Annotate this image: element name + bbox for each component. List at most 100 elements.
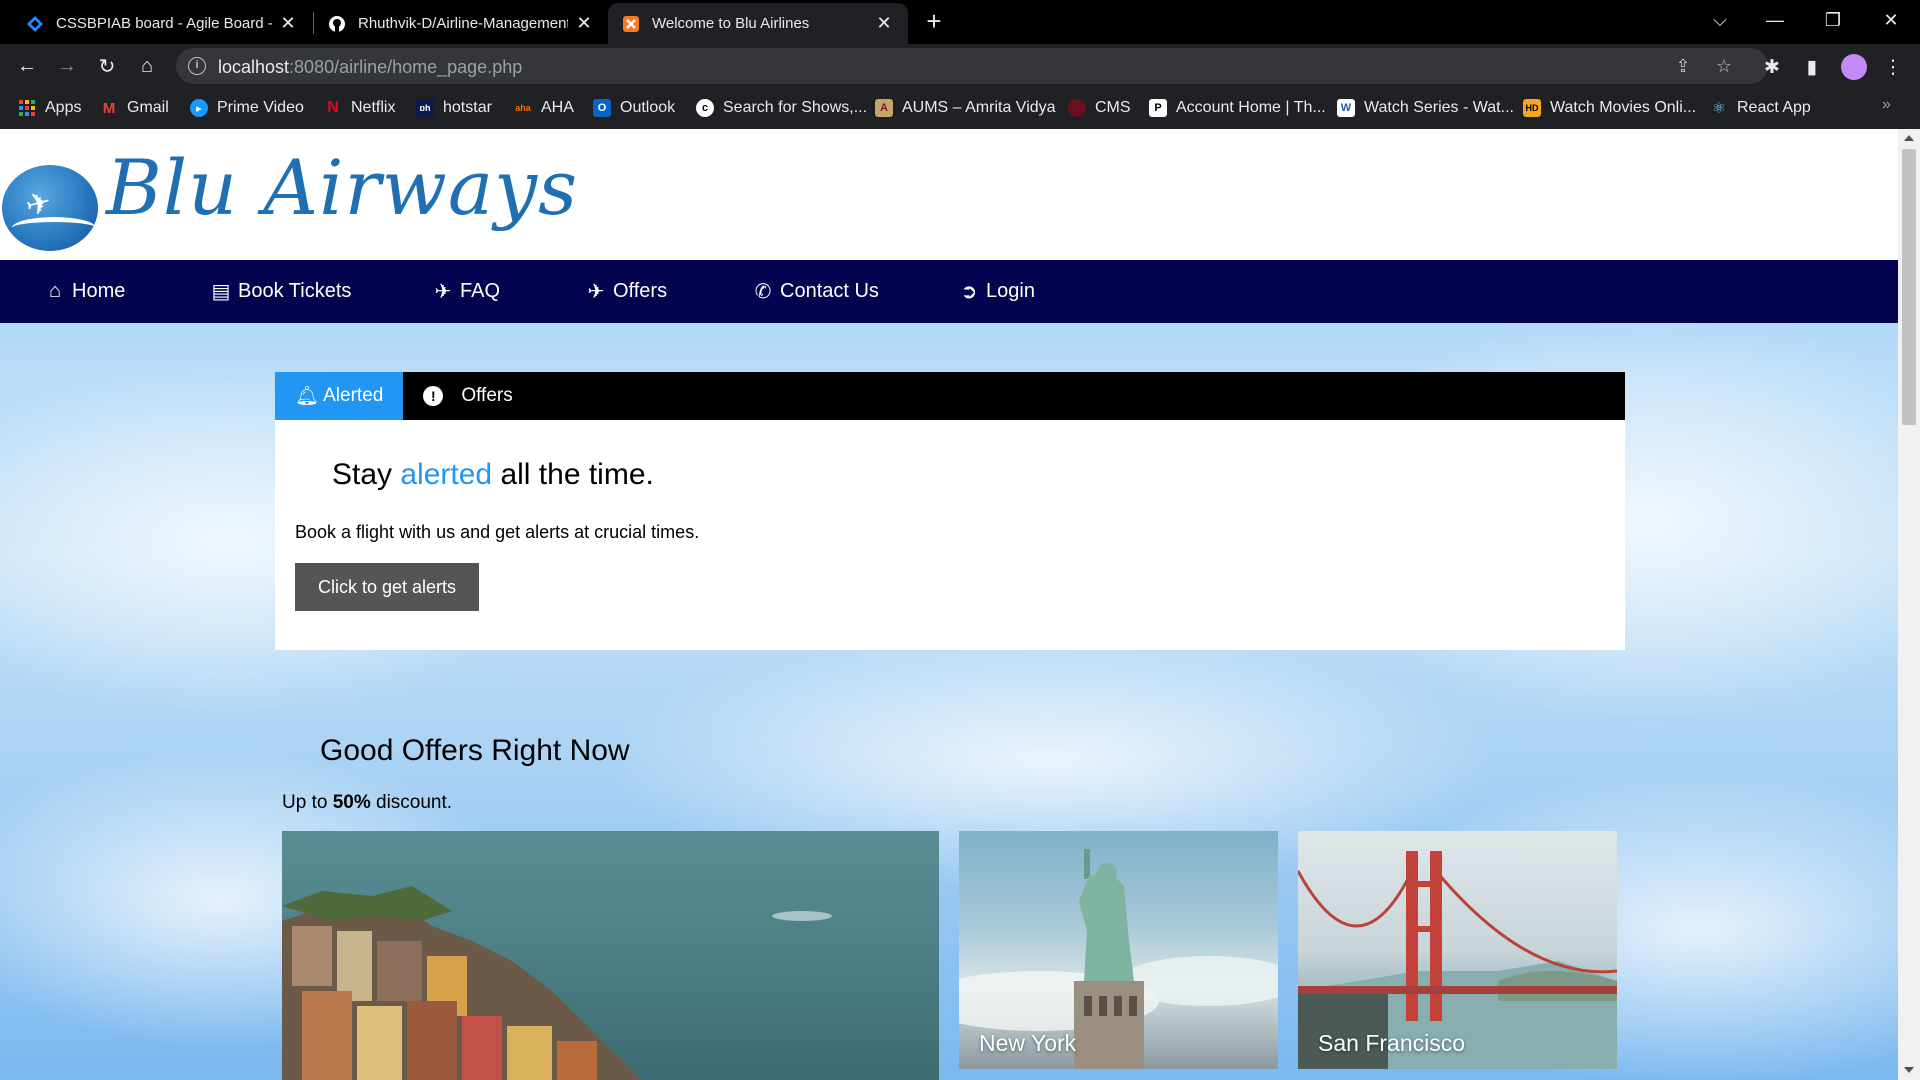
bookmark-react-app[interactable]: ⚛ React App	[1710, 95, 1811, 121]
ticket-icon: ▤	[211, 281, 231, 303]
bookmark-hotstar[interactable]: ɒh hotstar	[416, 95, 492, 121]
home-icon: ⌂	[48, 280, 62, 302]
main-nav: ⌂ Home ▤ Book Tickets ✈ FAQ ✈ Offers ✆ Contac…	[0, 260, 1898, 323]
bookmark-account-home[interactable]: P Account Home | Th...	[1149, 95, 1326, 121]
forward-icon[interactable]: →	[51, 50, 83, 82]
home-browser-icon[interactable]: ⌂	[131, 50, 163, 82]
aums-icon: A	[875, 99, 893, 117]
tab-bar: 🔔︎ Alerted ! Offers	[275, 372, 1625, 420]
netflix-icon: N	[327, 99, 339, 116]
bookmark-apps[interactable]: Apps	[18, 95, 81, 121]
browser-tab-jira[interactable]: CSSBPIAB board - Agile Board - A ✕	[12, 3, 312, 44]
offer-card-san-francisco[interactable]: San Francisco	[1298, 831, 1617, 1069]
share-icon[interactable]: ⇪	[1672, 56, 1694, 78]
watch-movies-icon: HD	[1523, 99, 1541, 117]
xampp-icon	[622, 15, 640, 33]
bookmark-netflix[interactable]: N Netflix	[324, 95, 395, 121]
close-tab-icon[interactable]: ✕	[574, 13, 594, 34]
nav-contact-us[interactable]: ✆ Contact Us	[752, 260, 879, 323]
plane-icon: ✈	[434, 281, 452, 303]
bookmark-aha[interactable]: aha AHA	[514, 95, 574, 121]
nav-book-tickets[interactable]: ▤ Book Tickets	[210, 260, 352, 323]
side-panel-icon[interactable]: ▮	[1799, 54, 1825, 80]
jira-icon	[26, 15, 44, 33]
bookmark-prime-video[interactable]: ▸ Prime Video	[190, 95, 304, 121]
get-alerts-button[interactable]: Click to get alerts	[295, 563, 479, 611]
offer-card-caption: New York	[979, 1030, 1077, 1056]
tab-offers[interactable]: ! Offers	[403, 372, 532, 420]
bookmark-search-shows[interactable]: c Search for Shows,...	[696, 95, 867, 121]
gmail-icon: M	[102, 99, 116, 117]
sign-in-icon: ➲	[960, 281, 978, 303]
alerts-tab-box: 🔔︎ Alerted ! Offers Stay alerted all the t…	[275, 372, 1625, 650]
minimize-icon[interactable]: —	[1750, 0, 1800, 40]
close-tab-icon[interactable]: ✕	[874, 13, 894, 34]
nav-login[interactable]: ➲ Login	[958, 260, 1035, 323]
offer-card-cinque-terre[interactable]	[282, 831, 939, 1080]
bookmark-star-icon[interactable]: ☆	[1713, 56, 1735, 78]
nav-offers[interactable]: ✈ Offers	[585, 260, 667, 323]
bookmarks-bar: Apps M Gmail ▸ Prime Video N Netflix ɒh …	[0, 88, 1920, 129]
browser-toolbar: ← → ↻ ⌂ i localhost:8080/airline/home_pa…	[0, 44, 1920, 88]
tab-alerted[interactable]: 🔔︎ Alerted	[275, 372, 404, 420]
extensions-icon[interactable]: ✱	[1759, 54, 1785, 80]
site-logo-text[interactable]: Blu Airways	[106, 143, 578, 232]
hotstar-icon: ɒh	[416, 99, 434, 117]
browser-tab-active[interactable]: Welcome to Blu Airlines ✕	[608, 3, 908, 44]
new-tab-button[interactable]: +	[920, 8, 948, 36]
alerted-heading: Stay alerted all the time.	[332, 458, 654, 491]
offer-card-caption: San Francisco	[1318, 1030, 1466, 1056]
bookmarks-overflow-icon[interactable]: »	[1882, 96, 1891, 114]
scroll-down-icon[interactable]	[1904, 1067, 1914, 1073]
alerted-panel: Stay alerted all the time. Book a flight…	[275, 420, 1625, 650]
outlook-icon: O	[593, 99, 611, 117]
bell-icon: 🔔︎	[295, 386, 320, 407]
tab-strip: CSSBPIAB board - Agile Board - A ✕ Rhuth…	[0, 0, 1920, 44]
browser-menu-icon[interactable]: ⋮	[1880, 54, 1906, 80]
close-window-icon[interactable]: ✕	[1866, 0, 1916, 40]
page-viewport: ✈ Blu Airways ⌂ Home ▤ Book Tickets ✈ FAQ ✈…	[0, 129, 1920, 1080]
github-icon	[328, 15, 346, 33]
bookmark-cms[interactable]: CMS	[1068, 95, 1131, 121]
back-icon[interactable]: ←	[11, 50, 43, 82]
profile-avatar[interactable]	[1841, 54, 1867, 80]
exclamation-circle-icon: !	[423, 386, 444, 406]
offers-title: Good Offers Right Now	[320, 734, 630, 767]
alerted-description: Book a flight with us and get alerts at …	[295, 522, 700, 542]
tab-search-icon[interactable]: ⌵	[1695, 0, 1745, 40]
page-scrollbar[interactable]	[1898, 129, 1920, 1080]
airline-logo-icon[interactable]: ✈	[2, 165, 98, 251]
browser-tab-github[interactable]: Rhuthvik-D/Airline-Management ✕	[314, 3, 608, 44]
phone-icon: ✆	[754, 281, 772, 303]
tab-title: Welcome to Blu Airlines	[652, 15, 810, 32]
tab-title: Rhuthvik-D/Airline-Management	[358, 15, 568, 32]
address-bar[interactable]: i localhost:8080/airline/home_page.php ⇪…	[176, 48, 1768, 84]
bookmark-watch-series[interactable]: W Watch Series - Wat...	[1337, 95, 1514, 121]
reload-icon[interactable]: ↻	[91, 50, 123, 82]
tab-title: CSSBPIAB board - Agile Board - A	[56, 15, 272, 32]
watch-series-icon: W	[1337, 99, 1355, 117]
aha-icon: aha	[515, 103, 531, 113]
plane-icon: ✈	[587, 281, 605, 303]
restore-icon[interactable]: ❐	[1808, 0, 1858, 40]
url-text: localhost:8080/airline/home_page.php	[218, 57, 523, 77]
scrollbar-thumb[interactable]	[1902, 149, 1916, 425]
offer-card-new-york[interactable]: New York	[959, 831, 1278, 1069]
browser-chrome: CSSBPIAB board - Agile Board - A ✕ Rhuth…	[0, 0, 1920, 129]
nav-home[interactable]: ⌂ Home	[44, 260, 125, 323]
scroll-up-icon[interactable]	[1904, 135, 1914, 141]
cms-icon	[1068, 99, 1086, 117]
prime-video-icon: ▸	[190, 99, 208, 117]
offers-subtitle: Up to 50% discount.	[282, 792, 453, 813]
bookmark-watch-movies[interactable]: HD Watch Movies Onli...	[1523, 95, 1696, 121]
bookmark-outlook[interactable]: O Outlook	[593, 95, 675, 121]
search-shows-icon: c	[696, 99, 714, 117]
react-icon: ⚛	[1712, 100, 1726, 117]
account-home-icon: P	[1149, 99, 1167, 117]
site-info-icon[interactable]: i	[188, 57, 206, 75]
close-tab-icon[interactable]: ✕	[278, 13, 298, 34]
bookmark-aums[interactable]: A AUMS – Amrita Vidya	[875, 95, 1056, 121]
nav-faq[interactable]: ✈ FAQ	[432, 260, 500, 323]
bookmark-gmail[interactable]: M Gmail	[100, 95, 169, 121]
apps-grid-icon	[18, 99, 36, 117]
